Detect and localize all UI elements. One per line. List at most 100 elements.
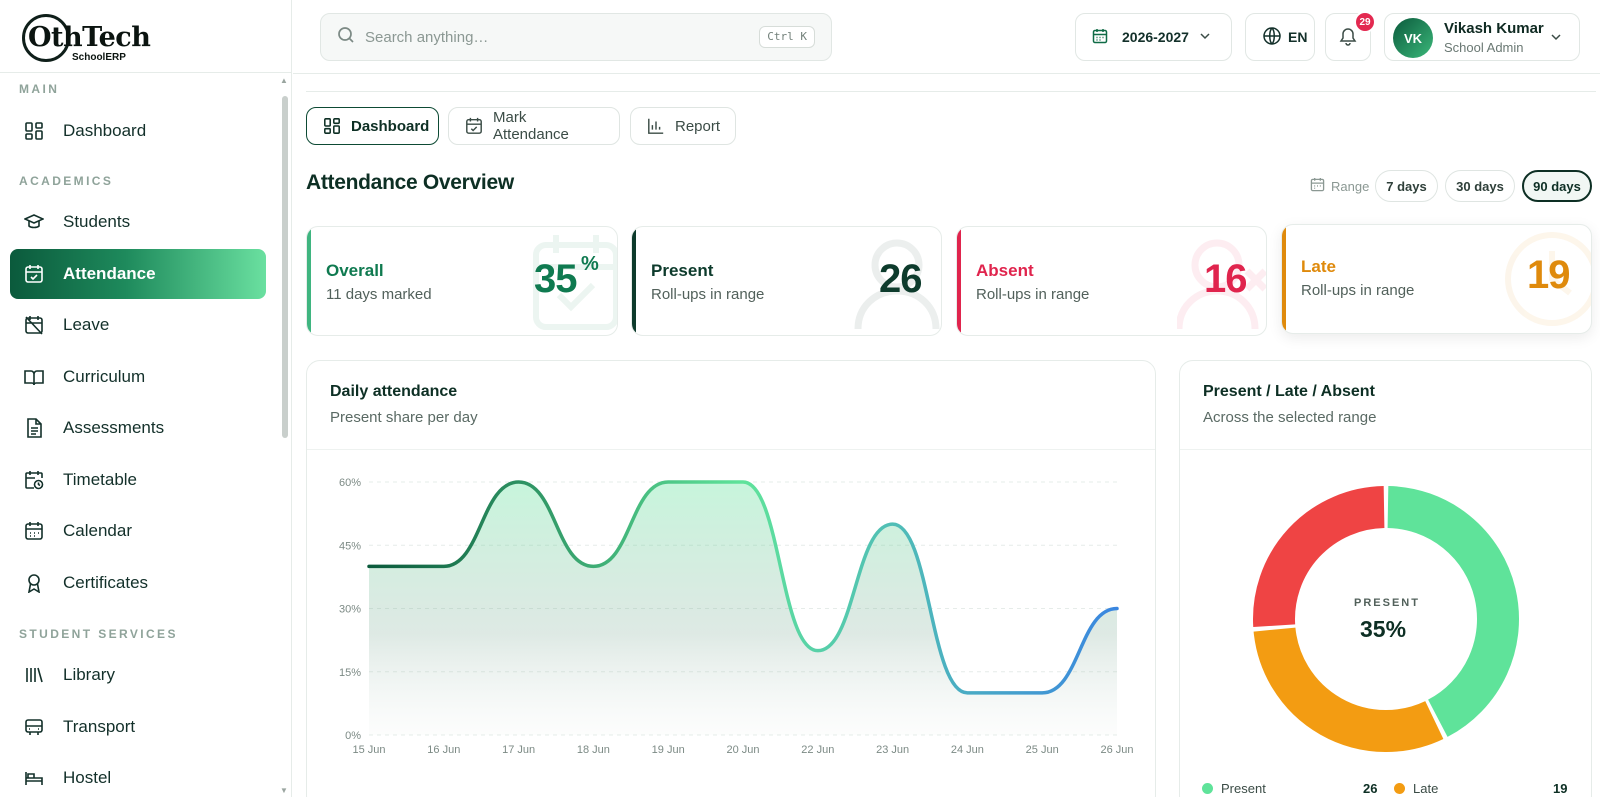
sidebar-item-label: Hostel <box>63 768 112 787</box>
sidebar-item-hostel[interactable]: Hostel <box>10 753 266 797</box>
x-tick-label: 18 Jun <box>577 744 610 756</box>
chevron-down-icon <box>1199 29 1211 45</box>
accent-bar <box>1282 225 1286 333</box>
legend-value-late: 19 <box>1553 781 1568 796</box>
sidebar: OthTech SchoolERP MAIN Dashboard ACADEMI… <box>0 0 292 797</box>
top-header: Ctrl K 2026-2027 EN 29 VK Vikash Kumar S… <box>293 0 1600 74</box>
tab-label: Dashboard <box>351 117 430 135</box>
brand-sub: SchoolERP <box>72 52 126 63</box>
range-30-days-button[interactable]: 30 days <box>1445 170 1515 202</box>
daily-attendance-chart: 0% 15% 30% 45% 60% 15 Jun 16 Jun 17 Jun 18 Jun 19… <box>339 477 1134 756</box>
tab-dashboard[interactable]: Dashboard <box>306 107 439 145</box>
range-label-text: Range <box>1331 178 1370 194</box>
y-tick-label: 60% <box>339 477 361 489</box>
sidebar-scrollbar[interactable] <box>282 96 288 438</box>
chevron-down-icon <box>1550 30 1562 46</box>
search-icon <box>337 26 355 49</box>
attendance-donut-chart <box>1253 486 1519 752</box>
stat-sub: Roll-ups in range <box>1301 282 1415 299</box>
library-icon <box>24 665 44 685</box>
sidebar-divider <box>0 72 292 73</box>
range-90-days-button[interactable]: 90 days <box>1522 170 1592 202</box>
x-tick-label: 26 Jun <box>1100 744 1133 756</box>
legend-value-present: 26 <box>1363 781 1378 796</box>
sidebar-item-leave[interactable]: Leave <box>10 300 266 350</box>
book-open-icon <box>24 367 44 387</box>
calendar-check-icon <box>465 117 483 135</box>
stat-card-present: Present Roll-ups in range 26 <box>631 226 942 336</box>
stat-label: Present <box>651 261 714 280</box>
stat-unit: % <box>581 253 599 275</box>
sidebar-item-label: Timetable <box>63 470 138 489</box>
scroll-up-arrow[interactable]: ▲ <box>280 76 288 85</box>
calendar-clock-icon <box>24 470 44 490</box>
legend-swatch <box>1394 783 1405 794</box>
stat-value: 16 <box>1204 257 1247 301</box>
tab-mark-attendance[interactable]: Mark Attendance <box>448 107 620 145</box>
donut-center-value: 35% <box>1360 616 1407 642</box>
graduation-cap-icon <box>24 212 44 232</box>
brand-logo[interactable]: OthTech SchoolERP <box>20 12 160 64</box>
section-main: MAIN <box>19 82 60 96</box>
stat-card-absent: Absent Roll-ups in range 16 <box>956 226 1267 336</box>
accent-bar <box>632 227 636 335</box>
x-tick-label: 16 Jun <box>427 744 460 756</box>
sidebar-item-label: Curriculum <box>63 367 146 386</box>
content-divider <box>306 91 1596 92</box>
language-select[interactable]: EN <box>1245 13 1315 61</box>
sidebar-item-library[interactable]: Library <box>10 650 266 700</box>
x-tick-label: 19 Jun <box>652 744 685 756</box>
x-tick-label: 23 Jun <box>876 744 909 756</box>
sidebar-item-calendar[interactable]: Calendar <box>10 506 266 556</box>
accent-bar <box>957 227 961 335</box>
scroll-down-arrow[interactable]: ▼ <box>280 786 288 795</box>
stat-label: Overall <box>326 261 384 280</box>
x-tick-label: 24 Jun <box>951 744 984 756</box>
user-role: School Admin <box>1444 40 1524 55</box>
notification-count-badge: 29 <box>1354 11 1376 33</box>
legend-label: Present <box>1221 781 1266 796</box>
sidebar-item-students[interactable]: Students <box>10 197 266 247</box>
sidebar-item-attendance[interactable]: Attendance <box>10 249 266 299</box>
bar-chart-icon <box>647 117 665 135</box>
sidebar-item-curriculum[interactable]: Curriculum <box>10 352 266 402</box>
y-tick-label: 0% <box>345 730 361 742</box>
academic-year-select[interactable]: 2026-2027 <box>1075 13 1232 61</box>
stat-value: 26 <box>879 257 922 301</box>
user-menu[interactable]: VK Vikash Kumar School Admin <box>1384 13 1580 61</box>
tab-label: Mark Attendance <box>493 109 569 143</box>
sidebar-item-transport[interactable]: Transport <box>10 702 266 752</box>
sidebar-item-dashboard[interactable]: Dashboard <box>10 106 266 156</box>
legend-swatch <box>1202 783 1213 794</box>
x-tick-label: 17 Jun <box>502 744 535 756</box>
stat-value: 35 <box>534 257 577 301</box>
tab-report[interactable]: Report <box>630 107 736 145</box>
calendar-check-icon <box>24 264 44 284</box>
sidebar-item-timetable[interactable]: Timetable <box>10 455 266 505</box>
search-input[interactable] <box>365 28 745 46</box>
search-box[interactable]: Ctrl K <box>320 13 832 61</box>
file-text-icon <box>24 418 44 438</box>
bed-icon <box>24 768 44 788</box>
stat-card-late: Late Roll-ups in range 19 <box>1281 224 1592 334</box>
sidebar-item-label: Dashboard <box>63 121 147 140</box>
x-tick-label: 25 Jun <box>1026 744 1059 756</box>
bell-icon <box>1338 26 1358 49</box>
sidebar-item-certificates[interactable]: Certificates <box>10 558 266 608</box>
y-tick-label: 45% <box>339 540 361 552</box>
stat-sub: 11 days marked <box>326 286 432 303</box>
avatar: VK <box>1393 18 1433 58</box>
range-7-days-button[interactable]: 7 days <box>1375 170 1438 202</box>
award-icon <box>24 573 44 593</box>
tab-label: Report <box>675 117 721 135</box>
sidebar-item-assessments[interactable]: Assessments <box>10 403 266 453</box>
sidebar-item-label: Leave <box>63 315 110 334</box>
section-student-services: STUDENT SERVICES <box>19 627 178 641</box>
language-value: EN <box>1288 29 1308 45</box>
legend-item-late: Late <box>1394 781 1438 796</box>
range-label: Range <box>1310 177 1369 195</box>
donut-center-label: PRESENT <box>1354 597 1420 609</box>
calendar-icon <box>1092 28 1108 47</box>
x-tick-label: 15 Jun <box>352 744 385 756</box>
sidebar-item-label: Assessments <box>63 418 165 437</box>
